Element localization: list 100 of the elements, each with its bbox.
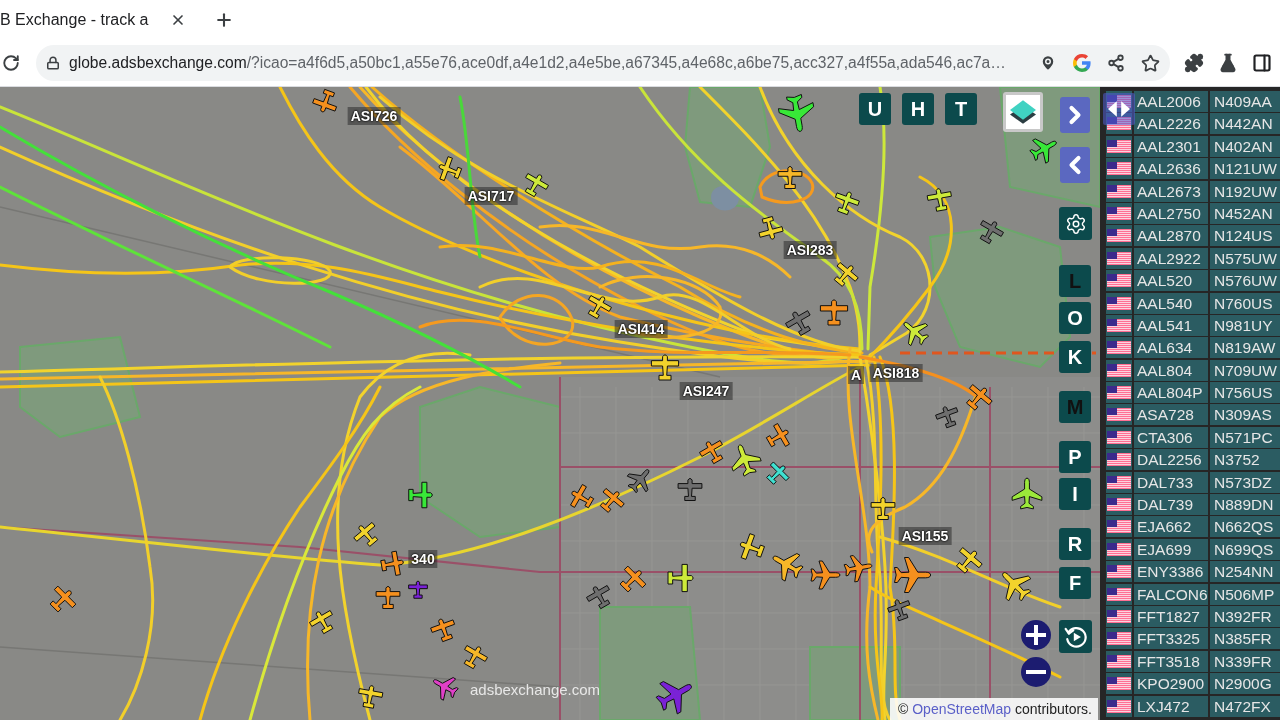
settings-icon	[1064, 212, 1087, 235]
airplane-icon[interactable]	[831, 261, 859, 289]
next-button[interactable]	[1060, 97, 1090, 133]
openstreetmap-link[interactable]: OpenStreetMap	[912, 701, 1012, 717]
g-logo-icon[interactable]	[1073, 54, 1091, 72]
side-panel-icon[interactable]	[1252, 53, 1272, 73]
airplane-icon[interactable]	[374, 584, 402, 612]
registration-cell: N889DN	[1210, 494, 1280, 516]
registration-cell: N472FX	[1210, 695, 1280, 717]
map-pin-icon[interactable]	[1039, 54, 1057, 72]
airplane-icon[interactable]	[892, 555, 932, 595]
registration-cell: N309AS	[1210, 404, 1280, 426]
airplane-icon[interactable]	[843, 553, 873, 583]
airplane-icon[interactable]	[728, 443, 762, 477]
callsign-cell: AAL2922	[1134, 247, 1208, 269]
registration-cell: N506MP	[1210, 583, 1280, 605]
plus-icon	[214, 10, 234, 30]
airplane-icon[interactable]	[407, 579, 429, 601]
share-icon[interactable]	[1107, 54, 1125, 72]
registration-cell: N699QS	[1210, 538, 1280, 560]
map-attribution: © OpenStreetMap contributors.	[890, 698, 1098, 720]
registration-cell: N452AN	[1210, 202, 1280, 224]
puzzle-icon[interactable]	[1184, 53, 1204, 73]
airplane-icon[interactable]	[47, 585, 77, 615]
registration-cell: N760US	[1210, 292, 1280, 314]
callsign-cell: EJA662	[1134, 516, 1208, 538]
callsign-cell: FALCON6	[1134, 583, 1208, 605]
airplane-icon[interactable]	[597, 487, 625, 515]
callsign-cell: AAL804P	[1134, 382, 1208, 404]
callsign-cell: KPO2900	[1134, 673, 1208, 695]
flight-label: A	[847, 366, 865, 384]
airplane-icon[interactable]	[818, 297, 850, 329]
map-toggle-button[interactable]: U	[859, 93, 891, 125]
previous-button[interactable]	[1060, 147, 1090, 183]
airplane-icon[interactable]	[809, 559, 841, 591]
airplane-icon[interactable]	[869, 495, 897, 523]
airplane-icon[interactable]	[832, 189, 860, 217]
callsign-cell: CTA306	[1134, 426, 1208, 448]
callsign-cell: DAL733	[1134, 471, 1208, 493]
map-toggle-button[interactable]: I	[1059, 478, 1091, 510]
registration-cell: N981UY	[1210, 314, 1280, 336]
lake-area	[711, 185, 739, 211]
map-toggle-button[interactable]: R	[1059, 528, 1091, 560]
callsign-cell: ASA728	[1134, 404, 1208, 426]
registration-cell: N442AN	[1210, 113, 1280, 135]
url-text: globe.adsbexchange.com/?icao=a4f6d5,a50bc1,a55e76,ace0df,a4e1d2,a4e5be,a67345,a4e68c,a6be75,acc327,a4f55a,ada546,ac7a…	[69, 54, 1007, 72]
airplane-icon[interactable]	[676, 476, 704, 504]
airplane-icon[interactable]	[756, 214, 784, 242]
callsign-cell: FFT3325	[1134, 628, 1208, 650]
airplane-icon[interactable]	[405, 480, 435, 510]
registration-cell: N392FR	[1210, 606, 1280, 627]
registration-cell: N385FR	[1210, 628, 1280, 650]
map-toggle-button[interactable]: F	[1059, 567, 1091, 599]
airplane-icon[interactable]	[953, 546, 983, 576]
airplane-icon[interactable]	[436, 156, 464, 184]
callsign-cell: DAL2256	[1134, 449, 1208, 471]
airplane-icon[interactable]	[963, 383, 993, 413]
airplane-icon[interactable]	[617, 565, 647, 595]
replay-button[interactable]	[1059, 620, 1092, 653]
registration-cell: N409AA	[1210, 91, 1280, 112]
browser-tab[interactable]: B Exchange - track a	[0, 0, 196, 40]
flight-label: ASI155	[898, 527, 952, 545]
airplane-icon[interactable]	[1010, 477, 1044, 511]
callsign-cell: AAL2636	[1134, 158, 1208, 180]
reload-button[interactable]	[0, 52, 22, 74]
plus-icon	[1026, 625, 1046, 645]
airplane-icon[interactable]	[649, 352, 681, 384]
map-toggle-button[interactable]: T	[945, 93, 977, 125]
registration-cell: N662QS	[1210, 516, 1280, 538]
airplane-icon[interactable]	[312, 87, 340, 115]
callsign-cell: AAL540	[1134, 292, 1208, 314]
airplane-icon[interactable]	[935, 404, 961, 430]
registration-cell: N573DZ	[1210, 471, 1280, 493]
airplane-icon[interactable]	[777, 93, 817, 133]
airplane-icon[interactable]	[430, 616, 458, 644]
airplane-icon[interactable]	[378, 550, 406, 578]
flask-icon[interactable]	[1218, 53, 1238, 73]
airplane-icon[interactable]	[664, 562, 696, 594]
map-toggle-button[interactable]: P	[1059, 441, 1091, 473]
airplane-icon[interactable]	[737, 533, 767, 563]
callsign-cell: ENY3386	[1134, 561, 1208, 583]
star-icon[interactable]	[1141, 53, 1160, 73]
layers-button[interactable]	[1003, 92, 1043, 132]
panel-toggle-button[interactable]	[1103, 93, 1135, 125]
airplane-icon[interactable]	[353, 521, 381, 549]
address-bar[interactable]: globe.adsbexchange.com/?icao=a4f6d5,a50bc1,a55e76,ace0df,a4e1d2,a4e5be,a67345,a4e68c,a6be75,acc327,a4f55a,ada546,ac7a…	[36, 45, 1170, 81]
callsign-cell: FFT1827	[1134, 606, 1208, 627]
map-toggle-button[interactable]: H	[902, 93, 934, 125]
airplane-icon[interactable]	[764, 461, 790, 487]
airplane-icon[interactable]	[356, 683, 384, 711]
map-toggle-button[interactable]: K	[1059, 341, 1091, 373]
airplane-icon[interactable]	[887, 597, 913, 623]
registration-cell: N124US	[1210, 225, 1280, 247]
map-toggle-button[interactable]: O	[1059, 302, 1091, 334]
registration-cell: N121UW	[1210, 158, 1280, 180]
airplane-icon[interactable]	[926, 186, 954, 214]
airplane-icon[interactable]	[776, 164, 804, 192]
settings-button[interactable]	[1059, 207, 1092, 240]
callsign-cell: LXJ472	[1134, 695, 1208, 717]
registration-cell: N571PC	[1210, 426, 1280, 448]
